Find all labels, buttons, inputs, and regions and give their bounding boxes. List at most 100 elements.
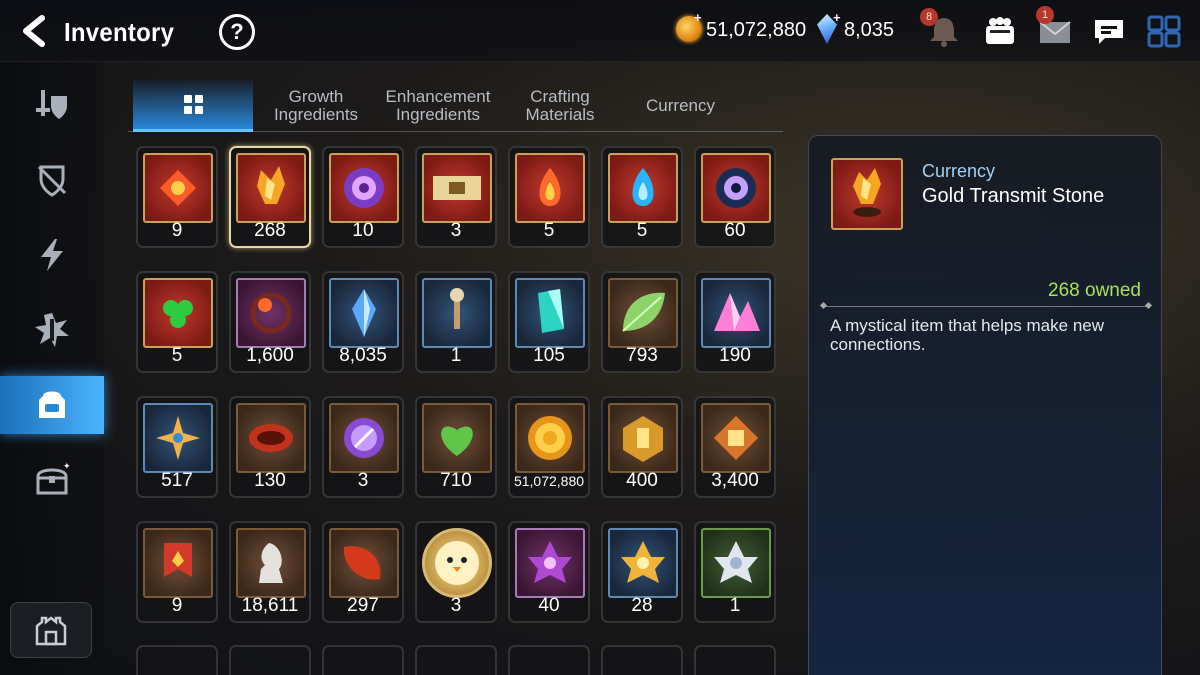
- item-slot[interactable]: 268: [229, 146, 311, 248]
- chest-icon: ✦: [36, 462, 71, 495]
- tab-all[interactable]: [133, 80, 253, 132]
- sidebar-item-equipment[interactable]: [0, 76, 104, 134]
- item-slot[interactable]: 5: [136, 271, 218, 373]
- item-slot-partial[interactable]: [694, 645, 776, 675]
- item-slot[interactable]: 40: [508, 521, 590, 623]
- knight-piece-icon: [236, 528, 306, 598]
- add-crystal-icon[interactable]: +: [833, 10, 841, 25]
- item-quantity: 400: [626, 470, 658, 491]
- item-slot[interactable]: 105: [508, 271, 590, 373]
- red-cuff-icon: [236, 403, 306, 473]
- item-slot[interactable]: 190: [694, 271, 776, 373]
- clover-charm-icon: [143, 278, 213, 348]
- leaf-icon: [608, 278, 678, 348]
- item-slot[interactable]: 3: [415, 146, 497, 248]
- purple-disc-icon: [329, 153, 399, 223]
- item-slot[interactable]: 3: [415, 521, 497, 623]
- item-slot-partial[interactable]: [229, 645, 311, 675]
- item-slot-partial[interactable]: [322, 645, 404, 675]
- item-slot[interactable]: 130: [229, 396, 311, 498]
- item-slot-partial[interactable]: [601, 645, 683, 675]
- item-slot[interactable]: 710: [415, 396, 497, 498]
- item-quantity: 3: [450, 595, 462, 616]
- item-slot[interactable]: 5: [601, 146, 683, 248]
- grid-icon: [183, 95, 203, 114]
- item-slot[interactable]: 1: [415, 271, 497, 373]
- tab-growth-ingredients[interactable]: Growth Ingredients: [266, 80, 366, 132]
- fire-charm-icon: [515, 153, 585, 223]
- banner-icon: [143, 528, 213, 598]
- chat-icon[interactable]: [1091, 14, 1127, 48]
- item-slot[interactable]: 1,600: [229, 271, 311, 373]
- lightning-icon: [41, 239, 63, 271]
- item-quantity: 1: [450, 345, 462, 366]
- red-gem-icon: [143, 153, 213, 223]
- item-slot[interactable]: 793: [601, 271, 683, 373]
- dark-disc-icon: [701, 153, 771, 223]
- item-slot[interactable]: 5: [508, 146, 590, 248]
- item-tabs: Growth Ingredients Enhancement Ingredien…: [128, 80, 783, 132]
- backpack-icon: [39, 391, 65, 418]
- item-quantity: 60: [724, 220, 746, 241]
- red-leaf-icon: [329, 528, 399, 598]
- item-quantity: 793: [626, 345, 658, 366]
- notification-badge: 8: [920, 8, 938, 26]
- item-quantity: 1,600: [246, 345, 294, 366]
- menu-grid-icon[interactable]: [1146, 14, 1182, 48]
- category-sidebar: ✦: [0, 62, 104, 675]
- item-slot[interactable]: 18,611: [229, 521, 311, 623]
- item-quantity: 5: [636, 220, 648, 241]
- item-slot[interactable]: 10: [322, 146, 404, 248]
- item-slot[interactable]: 51,072,880: [508, 396, 590, 498]
- sidebar-item-artifacts[interactable]: [0, 151, 104, 209]
- item-slot[interactable]: 9: [136, 146, 218, 248]
- item-quantity: 3: [450, 220, 462, 241]
- item-slot[interactable]: 9: [136, 521, 218, 623]
- item-slot[interactable]: 3,400: [694, 396, 776, 498]
- tab-enhancement-ingredients[interactable]: Enhancement Ingredients: [378, 80, 498, 132]
- pendulum-icon: [422, 278, 492, 348]
- item-slot[interactable]: 3: [322, 396, 404, 498]
- chick-portrait-icon: [422, 528, 492, 598]
- gold-amount: 51,072,880: [706, 19, 807, 41]
- gold-lotus-icon: [608, 528, 678, 598]
- item-slot-partial[interactable]: [136, 645, 218, 675]
- lobby-button[interactable]: [10, 602, 92, 658]
- divider: [823, 306, 1149, 307]
- item-slot[interactable]: 297: [322, 521, 404, 623]
- flower-bracelet-icon: [236, 278, 306, 348]
- tab-currency[interactable]: Currency: [628, 80, 733, 132]
- item-quantity: 8,035: [339, 345, 387, 366]
- gold-ticket-icon: [422, 153, 492, 223]
- item-slot[interactable]: 60: [694, 146, 776, 248]
- fist-emblem-icon: [701, 403, 771, 473]
- sidebar-item-catalysts[interactable]: [0, 226, 104, 284]
- add-gold-icon[interactable]: +: [694, 10, 702, 25]
- sidebar-item-materials[interactable]: [0, 301, 104, 359]
- sword-shield-icon: [36, 90, 67, 119]
- item-slot[interactable]: 28: [601, 521, 683, 623]
- item-slot[interactable]: 400: [601, 396, 683, 498]
- gold-emblem-icon: [608, 403, 678, 473]
- help-icon[interactable]: ?: [219, 14, 255, 50]
- item-slot-partial[interactable]: [415, 645, 497, 675]
- rune-seal-icon: [329, 403, 399, 473]
- item-slot[interactable]: 1: [694, 521, 776, 623]
- item-quantity: 105: [533, 345, 565, 366]
- item-quantity: 5: [543, 220, 555, 241]
- teal-crystal-icon: [515, 278, 585, 348]
- water-charm-icon: [608, 153, 678, 223]
- sidebar-item-items[interactable]: [0, 376, 104, 434]
- back-arrow-icon[interactable]: [18, 14, 52, 48]
- gold-transmit-stone-icon: [236, 153, 306, 223]
- white-lotus-icon: [701, 528, 771, 598]
- tab-crafting-materials[interactable]: Crafting Materials: [510, 80, 610, 132]
- sidebar-item-chests[interactable]: ✦: [0, 451, 104, 509]
- blue-crystal-icon: [329, 278, 399, 348]
- friends-icon[interactable]: [982, 14, 1018, 48]
- item-slot-partial[interactable]: [508, 645, 590, 675]
- item-quantity: 9: [171, 220, 183, 241]
- item-detail-panel: Currency Gold Transmit Stone 268 owned A…: [808, 135, 1162, 675]
- item-slot[interactable]: 8,035: [322, 271, 404, 373]
- item-slot[interactable]: 517: [136, 396, 218, 498]
